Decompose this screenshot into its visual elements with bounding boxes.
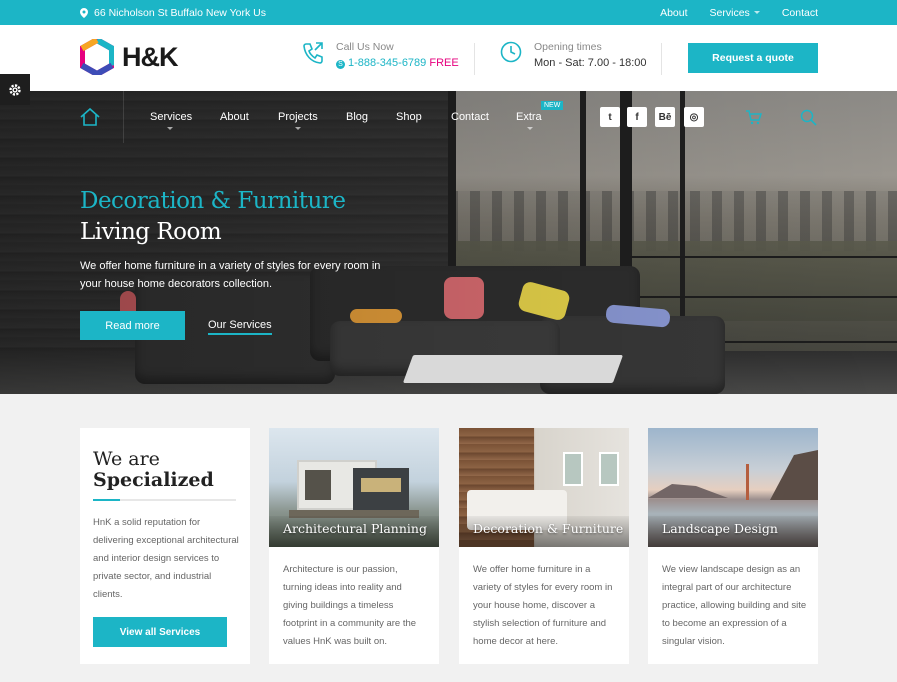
our-services-link[interactable]: Our Services [208, 319, 272, 335]
skype-icon: S [336, 60, 345, 69]
service-title: Decoration & Furniture [473, 521, 624, 536]
nav-item-contact[interactable]: Contact [451, 111, 516, 123]
top-bar: 66 Nicholson St Buffalo New York Us Abou… [0, 0, 897, 25]
phone-number[interactable]: S 1-888-345-6789 FREE [336, 57, 459, 69]
intro-title-line2: Specialized [93, 469, 214, 491]
divider [474, 43, 475, 75]
nav-label: Extra [516, 111, 542, 123]
chevron-down-icon [167, 127, 173, 133]
phone-value: 1-888-345-6789 [348, 57, 427, 69]
nav-item-extra[interactable]: Extra [516, 111, 556, 130]
call-block: Call Us Now S 1-888-345-6789 FREE [302, 41, 459, 69]
top-link-about[interactable]: About [660, 7, 687, 19]
intro-text: HnK a solid reputation for delivering ex… [93, 517, 239, 600]
hours-value: Mon - Sat: 7.00 - 18:00 [534, 57, 647, 69]
intro-title-line1: We are [93, 448, 160, 470]
home-icon[interactable] [79, 107, 101, 127]
twitter-icon[interactable]: t [600, 107, 620, 127]
nav-label: Shop [396, 111, 422, 123]
architecture-image: Architectural Planning [269, 428, 439, 547]
view-all-services-button[interactable]: View all Services [93, 617, 227, 647]
service-card-decoration[interactable]: Decoration & Furniture We offer home fur… [459, 428, 629, 664]
hero-title-accent: Decoration & Furniture [80, 188, 346, 214]
nav-label: Projects [278, 111, 318, 123]
coffee-table [402, 355, 624, 383]
nav-label: Contact [451, 111, 489, 123]
gear-icon [9, 83, 21, 96]
service-title: Landscape Design [662, 521, 778, 536]
chevron-down-icon [295, 127, 301, 133]
cart-icon[interactable] [745, 109, 762, 125]
nav-divider [123, 91, 124, 143]
main-nav: Services About Projects Blog Shop Contac… [0, 91, 897, 143]
logo[interactable]: H&K [80, 39, 178, 75]
location-pin-icon [80, 8, 88, 18]
service-text: We view landscape design as an integral … [662, 564, 807, 647]
nav-label: About [220, 111, 249, 123]
landscape-image: Landscape Design [648, 428, 818, 547]
new-badge: NEW [541, 101, 564, 110]
nav-item-services[interactable]: Services [150, 111, 220, 130]
top-link-contact[interactable]: Contact [782, 7, 818, 19]
dribbble-icon[interactable]: ◎ [684, 107, 704, 127]
behance-icon[interactable]: Bē [655, 107, 675, 127]
hours-block: Opening times Mon - Sat: 7.00 - 18:00 [500, 41, 647, 69]
call-label: Call Us Now [336, 41, 394, 53]
intro-card: We are Specialized HnK a solid reputatio… [80, 428, 250, 664]
nav-item-shop[interactable]: Shop [396, 111, 451, 123]
chevron-down-icon [527, 127, 533, 133]
hours-label: Opening times [534, 41, 602, 53]
service-text: Architecture is our passion, turning ide… [283, 564, 417, 647]
site-header: H&K Call Us Now S 1-888-345-6789 FREE Ope… [0, 25, 897, 105]
title-underline [93, 499, 236, 501]
nav-item-projects[interactable]: Projects [278, 111, 346, 130]
bedroom-image: Decoration & Furniture [459, 428, 629, 547]
service-card-landscape[interactable]: Landscape Design We view landscape desig… [648, 428, 818, 664]
nav-item-about[interactable]: About [220, 111, 278, 123]
hero-text: We offer home furniture in a variety of … [80, 260, 381, 290]
nav-label: Blog [346, 111, 369, 123]
facebook-icon[interactable]: f [627, 107, 647, 127]
read-more-button[interactable]: Read more [80, 311, 185, 340]
address: 66 Nicholson St Buffalo New York Us [80, 7, 266, 19]
service-card-architecture[interactable]: Architectural Planning Architecture is o… [269, 428, 439, 664]
brand-name: H&K [122, 41, 178, 72]
top-link-services[interactable]: Services [710, 7, 760, 19]
request-quote-button[interactable]: Request a quote [688, 43, 818, 73]
phone-free: FREE [429, 57, 459, 69]
divider [661, 43, 662, 75]
nav-item-blog[interactable]: Blog [346, 111, 396, 123]
clock-icon [500, 41, 522, 63]
nav-label: Services [150, 111, 193, 123]
phone-icon [303, 42, 323, 64]
hero-content: Decoration & Furniture Living Room We of… [80, 188, 400, 293]
settings-toggle[interactable] [0, 74, 30, 105]
hexagon-logo-icon [80, 39, 114, 75]
search-icon[interactable] [800, 109, 817, 126]
top-nav: About Services Contact [660, 7, 818, 19]
service-title: Architectural Planning [283, 521, 427, 536]
service-text: We offer home furniture in a variety of … [473, 564, 613, 647]
address-text: 66 Nicholson St Buffalo New York Us [94, 7, 266, 19]
hero-title: Living Room [80, 219, 222, 245]
